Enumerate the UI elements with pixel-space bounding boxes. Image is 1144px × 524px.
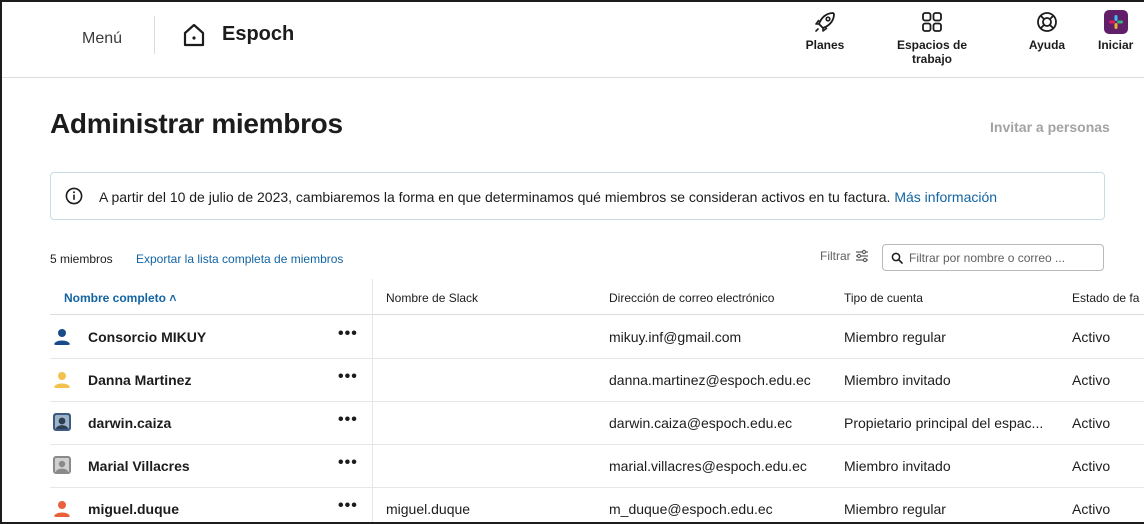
user-red-icon (54, 501, 70, 517)
member-account-type[interactable]: Miembro invitado (844, 458, 951, 474)
filter-button[interactable]: Filtrar (820, 249, 869, 263)
member-status: Activo (1072, 415, 1111, 431)
nav-iniciar-label: Iniciar (1098, 38, 1134, 52)
menu-button[interactable]: Menú (82, 30, 122, 48)
member-email: m_duque@espoch.edu.ec (609, 501, 773, 517)
member-account-type[interactable]: Propietario principal del espac... (844, 415, 1043, 431)
member-name[interactable]: darwin.caiza (88, 415, 171, 431)
member-email: danna.martinez@espoch.edu.ec (609, 372, 811, 388)
info-banner: A partir del 10 de julio de 2023, cambia… (50, 172, 1105, 220)
table-row[interactable]: darwin.caiza ••• darwin.caiza@espoch.edu… (50, 402, 1144, 445)
table-row[interactable]: Marial Villacres ••• marial.villacres@es… (50, 445, 1144, 488)
member-name[interactable]: Marial Villacres (88, 458, 190, 474)
member-name[interactable]: Danna Martinez (88, 372, 191, 388)
user-yellow-icon (54, 372, 70, 388)
header-slack-name[interactable]: Nombre de Slack (386, 291, 478, 305)
member-status: Activo (1072, 372, 1111, 388)
member-account-type[interactable]: Miembro regular (844, 501, 946, 517)
member-account-type[interactable]: Miembro invitado (844, 372, 951, 388)
app-window: Menú Espoch Planes Espacios de trabajo A… (0, 0, 1144, 524)
member-email: mikuy.inf@gmail.com (609, 329, 742, 345)
nav-ayuda-label: Ayuda (1028, 38, 1066, 52)
lifebuoy-icon (1037, 12, 1057, 32)
member-account-type[interactable]: Miembro regular (844, 329, 946, 345)
more-actions-icon[interactable]: ••• (338, 454, 358, 472)
filter-sliders-icon (855, 249, 868, 263)
header-full-name-label: Nombre completo (64, 291, 167, 305)
nav-divider (154, 16, 155, 54)
photo-avatar (53, 413, 71, 431)
banner-message: A partir del 10 de julio de 2023, cambia… (99, 189, 891, 205)
header-full-name[interactable]: Nombre completo ˄ (64, 291, 176, 305)
nav-planes[interactable]: Planes (802, 10, 848, 52)
member-name[interactable]: miguel.duque (88, 501, 179, 517)
rocket-icon (815, 12, 835, 32)
user-blue-icon (54, 329, 70, 345)
more-actions-icon[interactable]: ••• (338, 325, 358, 343)
member-status: Activo (1072, 458, 1111, 474)
table-row[interactable]: Danna Martinez ••• danna.martinez@espoch… (50, 359, 1144, 402)
table-row[interactable]: Consorcio MIKUY ••• mikuy.inf@gmail.com … (50, 316, 1144, 359)
member-slack-name: miguel.duque (386, 501, 471, 517)
slack-logo (1104, 10, 1128, 34)
nav-ayuda[interactable]: Ayuda (1024, 10, 1070, 52)
header-billing-status[interactable]: Estado de fa (1072, 291, 1139, 305)
search-box (882, 244, 1104, 271)
member-count: 5 miembros (50, 252, 113, 266)
info-icon (65, 187, 83, 205)
nav-iniciar[interactable]: Iniciar (1098, 10, 1144, 52)
member-status: Activo (1072, 329, 1111, 345)
filter-label: Filtrar (820, 249, 851, 263)
search-input[interactable] (909, 249, 1099, 267)
member-name[interactable]: Consorcio MIKUY (88, 329, 206, 345)
table-row[interactable]: miguel.duque ••• miguel.duque m_duque@es… (50, 488, 1144, 522)
nav-espacios-label: Espacios de trabajo (896, 38, 968, 66)
page-title: Administrar miembros (50, 108, 343, 139)
more-actions-icon[interactable]: ••• (338, 497, 358, 515)
member-email: marial.villacres@espoch.edu.ec (609, 458, 807, 474)
workspace-name[interactable]: Espoch (222, 23, 294, 46)
grid-icon (922, 12, 942, 32)
export-members-link[interactable]: Exportar la lista completa de miembros (136, 252, 343, 266)
table-header: Nombre completo ˄ Nombre de Slack Direcc… (50, 279, 1144, 315)
member-status: Activo (1072, 501, 1111, 517)
more-info-link[interactable]: Más información (894, 189, 997, 205)
nav-planes-label: Planes (805, 38, 845, 52)
nav-espacios[interactable]: Espacios de trabajo (878, 10, 986, 66)
search-icon (891, 252, 903, 264)
invite-button[interactable]: Invitar a personas (990, 119, 1110, 135)
more-actions-icon[interactable]: ••• (338, 411, 358, 429)
header-account-type[interactable]: Tipo de cuenta (844, 291, 923, 305)
more-actions-icon[interactable]: ••• (338, 368, 358, 386)
user-grey-icon (53, 456, 71, 474)
sort-up-icon: ˄ (169, 291, 177, 305)
top-nav: Menú Espoch Planes Espacios de trabajo A… (2, 2, 1144, 78)
member-email: darwin.caiza@espoch.edu.ec (609, 415, 793, 431)
header-email[interactable]: Dirección de correo electrónico (609, 291, 774, 305)
banner-text: A partir del 10 de julio de 2023, cambia… (99, 189, 997, 205)
home-icon[interactable] (182, 22, 206, 48)
